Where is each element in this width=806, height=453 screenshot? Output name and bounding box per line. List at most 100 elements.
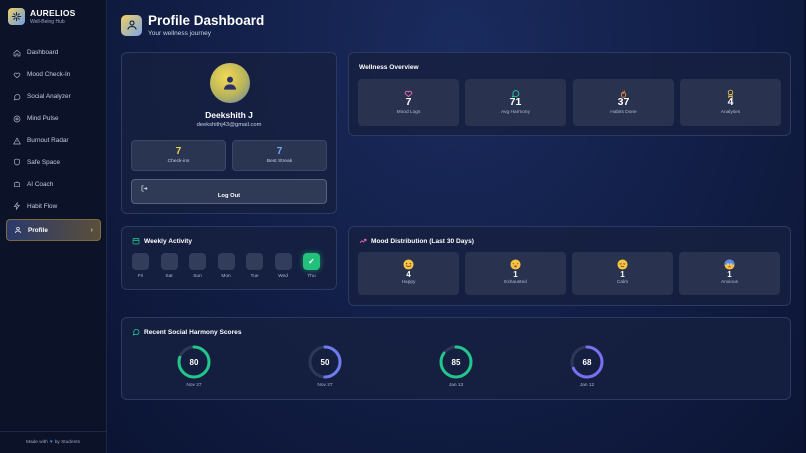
day-fri: Fri: [132, 253, 149, 279]
chevron-right-icon: ›: [90, 226, 93, 234]
trending-up-icon: [359, 238, 367, 243]
sidebar-item-label: Mood Check-In: [27, 71, 71, 79]
profile-name: Deekshith J: [205, 110, 253, 120]
sidebar-item-label: Mind Pulse: [27, 115, 59, 123]
harmony-score-date: Nov 27: [317, 383, 333, 388]
day-label: Fri: [137, 274, 144, 279]
anxious-emoji-icon: [724, 257, 735, 270]
exhausted-emoji-icon: [510, 257, 521, 270]
shield-icon: [13, 158, 21, 166]
best-streak-stat: 7 Best Streak: [232, 140, 327, 171]
footer-prefix: Made with: [25, 440, 48, 445]
day-tue: Tue: [246, 253, 263, 279]
calendar-icon: [132, 238, 140, 245]
wellness-overview-card: Wellness Overview 7 Mood Logs 71 Avg Har…: [348, 52, 791, 136]
page-header: Profile Dashboard Your wellness journey: [121, 13, 264, 37]
sidebar-item-mood-check-in[interactable]: Mood Check-In: [6, 64, 101, 86]
harmony-scores-card: Recent Social Harmony Scores 80 Nov 27 50 N…: [121, 317, 791, 400]
best-streak-value: 7: [276, 146, 283, 157]
weekly-title-row: Weekly Activity: [132, 237, 192, 245]
sidebar: AURELIOS Well-Being Hub Dashboard Mood C…: [0, 0, 107, 453]
day-sat: Sat: [160, 253, 178, 279]
harmony-score-value: 80: [189, 357, 199, 367]
page-subtitle: Your wellness journey: [148, 30, 211, 37]
logout-label: Log Out: [217, 193, 241, 199]
day-wed: Wed: [274, 253, 292, 279]
sidebar-item-label: Safe Space: [27, 158, 61, 166]
wellness-tile-mood-logs: 7 Mood Logs: [358, 79, 459, 126]
day-sun: Sun: [189, 253, 206, 279]
sidebar-item-habit-flow[interactable]: Habit Flow: [6, 195, 101, 217]
harmony-score-ring: 68 Jan 12: [569, 344, 605, 388]
harmony-score-date: Nov 27: [186, 383, 202, 388]
wellness-label: Avg Harmony: [501, 110, 530, 115]
sidebar-item-dashboard[interactable]: Dashboard: [6, 42, 101, 64]
sidebar-item-safe-space[interactable]: Safe Space: [6, 151, 101, 173]
sidebar-item-label: Profile: [28, 226, 48, 234]
mood-value: 1: [727, 270, 732, 279]
wellness-tile-habits-done: 37 Habits Done: [573, 79, 674, 126]
checkins-label: Check-ins: [167, 159, 190, 164]
harmony-score-value: 85: [451, 357, 461, 367]
harmony-title: Recent Social Harmony Scores: [144, 328, 242, 336]
wellness-value: 4: [727, 96, 734, 108]
mood-tile-exhausted: 1 Exhausted: [465, 252, 566, 295]
harmony-score-value: 68: [582, 357, 592, 367]
chat-bubble-icon: [13, 93, 21, 101]
mood-label: Anxious: [720, 280, 739, 285]
best-streak-label: Best Streak: [266, 159, 293, 164]
mood-label: Exhausted: [504, 280, 527, 285]
harmony-score-date: Jan 13: [448, 383, 464, 388]
day-label: Sat: [165, 274, 173, 279]
page-title: Profile Dashboard: [148, 13, 265, 28]
checkins-stat: 7 Check-ins: [131, 140, 226, 171]
day-label: Thu: [307, 274, 316, 279]
day-box: [160, 253, 178, 270]
harmony-score-ring: 50 Nov 27: [307, 344, 343, 388]
sidebar-item-social-analyzer[interactable]: Social Analyzer: [6, 86, 101, 108]
profile-email: deekshithj43@gmail.com: [196, 122, 262, 128]
pulse-icon: [13, 115, 21, 123]
app-tagline: Well-Being Hub: [30, 19, 65, 25]
sidebar-footer: Made with ♥ by Students: [0, 431, 106, 453]
day-box: [132, 253, 149, 270]
mood-label: Happy: [401, 280, 416, 285]
mood-value: 4: [406, 270, 411, 279]
harmony-score-date: Jan 12: [579, 383, 595, 388]
day-box: [189, 253, 206, 270]
chat-bubble-icon: [511, 85, 520, 98]
brand[interactable]: AURELIOS Well-Being Hub: [8, 8, 76, 25]
sidebar-item-mind-pulse[interactable]: Mind Pulse: [6, 108, 101, 130]
app-name: AURELIOS: [30, 8, 76, 18]
harmony-title-row: Recent Social Harmony Scores: [132, 328, 241, 336]
wellness-label: Analyses: [720, 110, 741, 115]
mood-title: Mood Distribution (Last 30 Days): [371, 237, 474, 245]
sidebar-item-label: Social Analyzer: [27, 93, 71, 101]
wellness-tile-analyses: 4 Analyses: [680, 79, 781, 126]
wellness-value: 71: [509, 96, 522, 108]
harmony-score-ring: 80 Nov 27: [176, 344, 212, 388]
wellness-title: Wellness Overview: [359, 64, 419, 71]
wellness-value: 7: [405, 96, 412, 108]
sidebar-nav: Dashboard Mood Check-In Social Analyzer …: [6, 42, 101, 242]
heart-icon: ♥: [49, 440, 53, 445]
wellness-label: Mood Logs: [396, 110, 421, 115]
logout-button[interactable]: Log Out: [131, 179, 327, 204]
main-content: Profile Dashboard Your wellness journey …: [107, 0, 806, 453]
sidebar-item-profile[interactable]: Profile ›: [6, 219, 101, 242]
profile-card: Deekshith J deekshithj43@gmail.com 7 Che…: [121, 52, 337, 214]
sidebar-item-burnout-radar[interactable]: Burnout Radar: [6, 130, 101, 152]
warning-icon: [13, 136, 21, 145]
footer-suffix: by Students: [54, 440, 81, 445]
mood-label: Calm: [616, 280, 629, 285]
mood-distribution-card: Mood Distribution (Last 30 Days) 4 Happy…: [348, 226, 791, 306]
award-icon: [726, 85, 735, 99]
mood-title-row: Mood Distribution (Last 30 Days): [359, 237, 474, 245]
harmony-score-value: 50: [320, 357, 330, 367]
day-label: Mon: [221, 274, 231, 279]
sparkle-logo-icon: [8, 8, 25, 25]
sidebar-item-ai-coach[interactable]: AI Coach: [6, 173, 101, 195]
day-box: [246, 253, 263, 270]
heart-icon: [13, 71, 21, 79]
heart-icon: [404, 85, 413, 97]
